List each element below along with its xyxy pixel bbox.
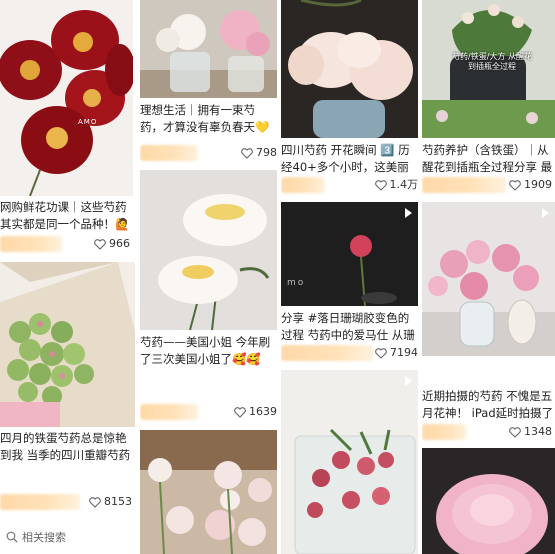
like-count[interactable]: 1348 (509, 424, 552, 440)
author-name-blurred (422, 424, 466, 440)
note-image[interactable]: mo (281, 202, 418, 306)
like-count[interactable]: 1639 (234, 404, 277, 420)
note-card-5[interactable] (140, 430, 277, 554)
watermark: mo (287, 278, 306, 288)
note-image[interactable] (281, 0, 418, 138)
buds-in-vase-image (294, 428, 416, 554)
like-count[interactable]: 8153 (89, 494, 132, 510)
note-footer: 7194 (281, 345, 418, 361)
note-image[interactable] (422, 448, 555, 554)
note-footer: 8153 (0, 494, 132, 510)
red-peony-image (0, 10, 133, 196)
note-card-6[interactable]: 四川芍药 开花瞬间 3️⃣ 历经40+多个小时，这美丽的… 1.4万 (281, 0, 418, 196)
note-footer: 1909 (422, 177, 552, 193)
author-name-blurred (0, 494, 80, 510)
note-caption[interactable]: 理想生活｜拥有一束芍药，才算没有辜负春天💛 赶… (140, 102, 277, 136)
note-image[interactable] (140, 170, 277, 330)
note-caption[interactable]: 四月的铁蛋芍药总是惊艳到我 当季的四川重瓣芍药可 (0, 430, 132, 464)
note-card-4[interactable]: 芍药——美国小姐 今年刷了三次美国小姐了🥰🥰🛒… 1639 (140, 170, 277, 426)
related-search[interactable]: 相关搜索 (0, 522, 141, 552)
coral-bud-image (350, 235, 397, 306)
heart-icon (509, 179, 521, 191)
note-footer: 798 (140, 145, 277, 161)
note-image[interactable]: 芍药/铁蛋/大方 从醒花到插瓶全过程 (422, 0, 555, 138)
author-name-blurred (140, 145, 198, 161)
heart-icon (89, 496, 101, 508)
note-footer: 1348 (422, 424, 552, 440)
note-card-11[interactable] (422, 448, 555, 554)
note-footer: 966 (0, 236, 130, 252)
note-card-7[interactable]: mo 分享 #落日珊瑚胶变色的过程 芍药中的爱马仕 从珊瑚… 7194 (281, 202, 418, 366)
blooming-peony-image (288, 0, 413, 138)
note-image[interactable] (422, 202, 555, 356)
bud-bouquet-image (0, 262, 135, 427)
author-name-blurred (140, 404, 198, 420)
note-image[interactable] (281, 370, 418, 554)
play-icon (405, 376, 412, 386)
author-name-blurred (0, 236, 62, 252)
like-count[interactable]: 1909 (509, 177, 552, 193)
note-image[interactable] (140, 430, 277, 554)
like-count[interactable]: 798 (241, 145, 277, 161)
note-caption[interactable]: 芍药——美国小姐 今年刷了三次美国小姐了🥰🥰🛒… (140, 334, 277, 368)
note-card-9[interactable]: 芍药/铁蛋/大方 从醒花到插瓶全过程 芍药养护（含铁蛋）｜从醒花到插瓶全过程分享… (422, 0, 555, 196)
note-card-10[interactable]: 近期拍摄的芍药 不愧是五月花神！ iPad延时拍摄了三… 1348 (422, 202, 555, 442)
note-image[interactable] (0, 262, 135, 427)
like-count[interactable]: 1.4万 (374, 177, 418, 193)
heart-icon (375, 347, 387, 359)
like-count[interactable]: 966 (94, 236, 130, 252)
pink-peony-vase-image (422, 240, 555, 356)
pink-bloom-image (436, 474, 548, 554)
heart-icon (234, 406, 246, 418)
play-icon (542, 208, 549, 218)
video-overlay-text: 芍药/铁蛋/大方 从醒花到插瓶全过程 (452, 52, 532, 71)
author-name-blurred (422, 177, 506, 193)
heart-icon (241, 147, 253, 159)
play-icon (405, 208, 412, 218)
note-footer: 1.4万 (281, 177, 418, 193)
note-footer: 1639 (140, 404, 277, 420)
note-card-1[interactable]: AMO 网购鲜花功课｜这些芍药其实都是同一个品种！🙋 966 (0, 0, 133, 258)
related-search-label: 相关搜索 (22, 531, 66, 544)
like-count[interactable]: 7194 (375, 345, 418, 361)
author-name-blurred (281, 345, 373, 361)
note-image[interactable] (140, 0, 277, 98)
note-caption[interactable]: 芍药养护（含铁蛋）｜从醒花到插瓶全过程分享 最爱… (422, 142, 555, 176)
note-caption[interactable]: 近期拍摄的芍药 不愧是五月花神！ iPad延时拍摄了三… (422, 388, 555, 422)
search-icon (6, 531, 18, 543)
pink-bud-image (140, 430, 277, 554)
note-card-2[interactable]: 四月的铁蛋芍药总是惊艳到我 当季的四川重瓣芍药可 8153 (0, 262, 135, 552)
watermark: AMO (78, 118, 98, 126)
note-card-3[interactable]: 理想生活｜拥有一束芍药，才算没有辜负春天💛 赶… 798 (140, 0, 277, 166)
note-card-8[interactable] (281, 370, 418, 554)
heart-icon (509, 426, 521, 438)
note-caption[interactable]: 网购鲜花功课｜这些芍药其实都是同一个品种！🙋 (0, 199, 130, 233)
heart-icon (94, 238, 106, 250)
note-image[interactable]: AMO (0, 0, 133, 196)
heart-icon (374, 179, 387, 191)
white-peony-image (158, 194, 270, 330)
note-caption[interactable]: 四川芍药 开花瞬间 3️⃣ 历经40+多个小时，这美丽的… (281, 142, 418, 176)
note-caption[interactable]: 分享 #落日珊瑚胶变色的过程 芍药中的爱马仕 从珊瑚… (281, 310, 418, 344)
white-pink-peony-image (140, 10, 277, 98)
author-name-blurred (281, 177, 325, 193)
